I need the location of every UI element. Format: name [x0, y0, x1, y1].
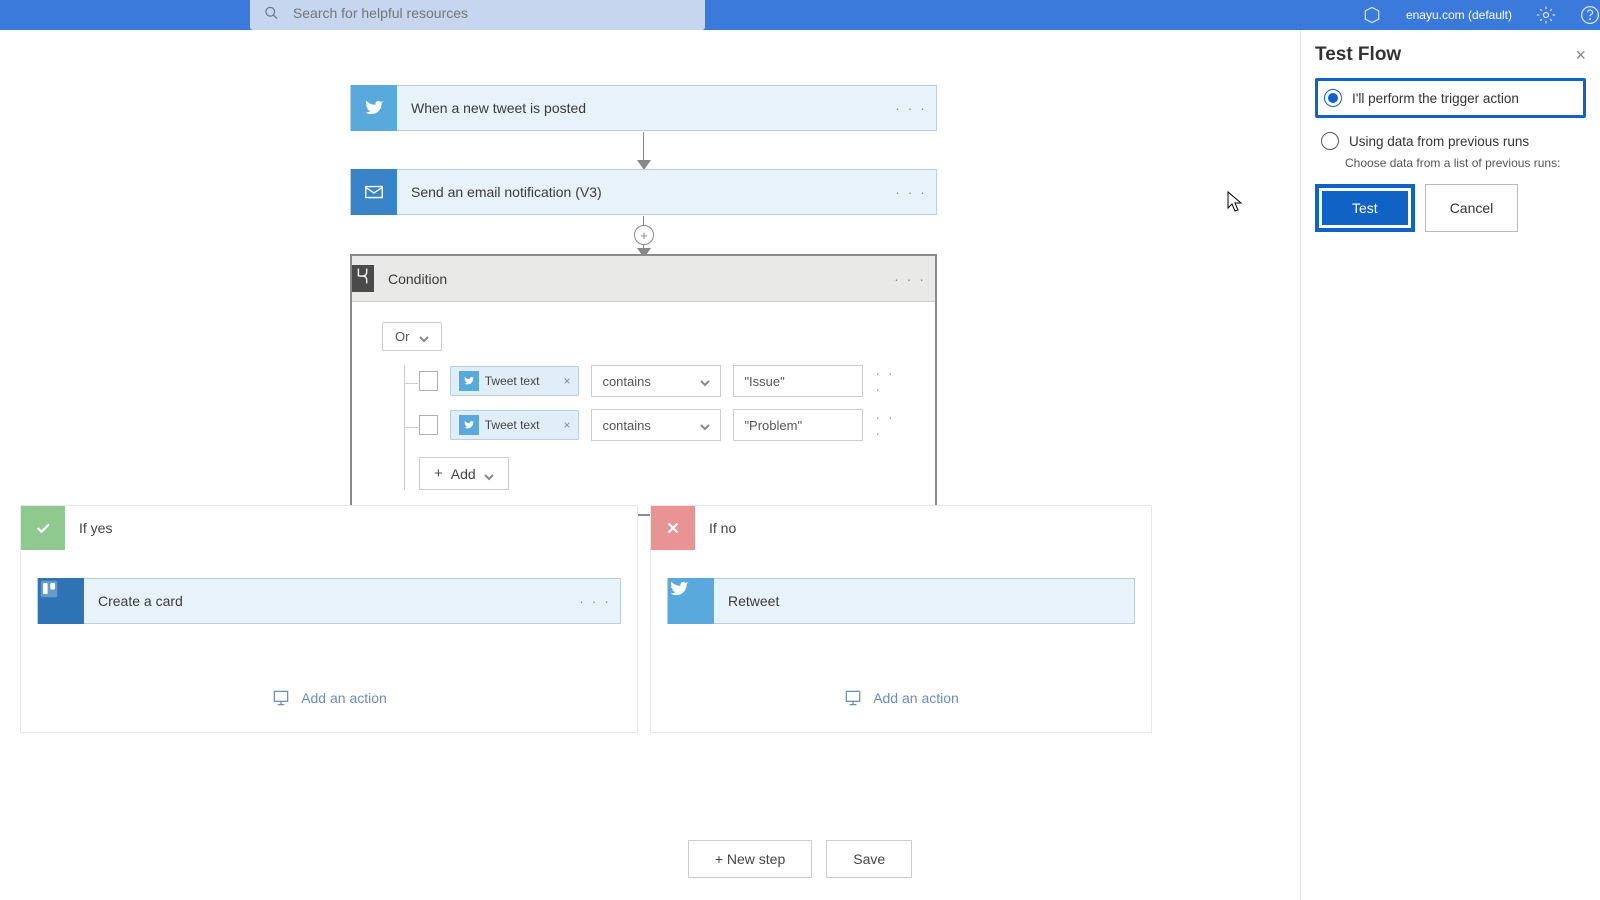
plus-icon: +	[434, 465, 443, 482]
help-icon[interactable]	[1580, 5, 1600, 25]
radio-subnote: Choose data from a list of previous runs…	[1315, 156, 1586, 170]
test-button[interactable]: Test	[1322, 191, 1408, 225]
save-button[interactable]: Save	[826, 840, 912, 878]
card-menu[interactable]: · · ·	[886, 184, 936, 200]
dynamic-token-tweet-text[interactable]: Tweet text ×	[450, 410, 580, 440]
twitter-icon	[351, 85, 397, 131]
chevron-down-icon	[700, 376, 710, 386]
close-icon	[651, 506, 695, 550]
chevron-down-icon	[700, 420, 710, 430]
operator-label: contains	[602, 418, 650, 433]
condition-icon	[352, 265, 374, 292]
value-input[interactable]: "Problem"	[733, 409, 863, 441]
branch-header-no[interactable]: If no	[651, 506, 1151, 550]
add-condition-button[interactable]: + Add	[419, 457, 509, 490]
radio-icon	[1321, 132, 1339, 150]
action-card-email[interactable]: Send an email notification (V3) · · ·	[350, 169, 937, 215]
close-icon[interactable]: ×	[1575, 45, 1586, 66]
gear-icon[interactable]	[1536, 5, 1556, 25]
operator-select[interactable]: contains	[591, 409, 721, 441]
action-title: Create a card	[84, 593, 570, 609]
cancel-button[interactable]: Cancel	[1425, 184, 1519, 232]
row-checkbox[interactable]	[419, 371, 438, 391]
add-label: Add	[451, 466, 476, 482]
chevron-down-icon	[419, 332, 429, 342]
card-menu[interactable]: · · ·	[885, 271, 935, 287]
card-menu[interactable]: · · ·	[886, 100, 936, 116]
connector-line	[643, 132, 644, 162]
trigger-title: When a new tweet is posted	[397, 100, 886, 116]
condition-title: Condition	[374, 271, 885, 287]
twitter-icon	[668, 578, 714, 624]
value-input[interactable]: "Issue"	[733, 365, 863, 397]
environment-label: enayu.com (default)	[1406, 8, 1512, 22]
condition-row: Tweet text × contains "Problem" · · ·	[405, 409, 905, 441]
environment-icon[interactable]	[1362, 5, 1382, 25]
operator-label: contains	[602, 374, 650, 389]
radio-icon	[1324, 89, 1342, 107]
test-button-highlight: Test	[1315, 184, 1415, 232]
dynamic-token-tweet-text[interactable]: Tweet text ×	[450, 366, 580, 396]
add-action-icon	[843, 688, 863, 708]
logic-operator-select[interactable]: Or	[382, 322, 442, 351]
twitter-icon	[459, 415, 479, 435]
token-label: Tweet text	[485, 418, 558, 432]
action-title: Retweet	[714, 593, 1134, 609]
row-menu[interactable]: · · ·	[875, 365, 905, 397]
token-remove[interactable]: ×	[563, 374, 570, 388]
panel-title: Test Flow	[1315, 44, 1401, 66]
card-menu[interactable]: · · ·	[570, 593, 620, 609]
trello-icon	[38, 578, 84, 624]
operator-select[interactable]: contains	[591, 365, 721, 397]
row-checkbox[interactable]	[419, 415, 438, 435]
if-yes-branch: If yes Create a card · · · Add an action	[20, 505, 638, 733]
radio-label: Using data from previous runs	[1349, 134, 1529, 149]
row-menu[interactable]: · · ·	[875, 409, 905, 441]
check-icon	[21, 506, 65, 550]
trigger-card-twitter[interactable]: When a new tweet is posted · · ·	[350, 85, 937, 131]
token-remove[interactable]: ×	[563, 418, 570, 432]
action-card-retweet[interactable]: Retweet	[667, 578, 1135, 624]
action-title: Send an email notification (V3)	[397, 184, 886, 200]
radio-label: I'll perform the trigger action	[1352, 91, 1519, 106]
add-action-label: Add an action	[301, 690, 387, 706]
condition-row: Tweet text × contains "Issue" · · ·	[405, 365, 905, 397]
action-card-trello[interactable]: Create a card · · ·	[37, 578, 621, 624]
insert-step-button[interactable]: +	[634, 225, 654, 245]
branch-title: If no	[695, 520, 736, 536]
top-right-cluster: enayu.com (default)	[1362, 0, 1600, 30]
new-step-button[interactable]: + New step	[688, 840, 812, 878]
branch-header-yes[interactable]: If yes	[21, 506, 637, 550]
radio-perform-trigger[interactable]: I'll perform the trigger action	[1315, 78, 1586, 118]
add-action-button[interactable]: Add an action	[37, 688, 621, 708]
search-icon	[264, 5, 279, 21]
search-box[interactable]	[250, 0, 705, 30]
radio-previous-runs[interactable]: Using data from previous runs	[1315, 124, 1586, 158]
token-label: Tweet text	[485, 374, 558, 388]
condition-header[interactable]: Condition · · ·	[352, 256, 935, 302]
add-action-button[interactable]: Add an action	[667, 688, 1135, 708]
chevron-down-icon	[484, 469, 494, 479]
mail-icon	[351, 169, 397, 215]
if-no-branch: If no Retweet Add an action	[650, 505, 1152, 733]
branch-title: If yes	[65, 520, 112, 536]
test-flow-panel: Test Flow × I'll perform the trigger act…	[1300, 30, 1600, 900]
logic-operator-label: Or	[395, 329, 409, 344]
condition-card[interactable]: Condition · · · Or Tweet text × contains	[350, 254, 937, 516]
add-action-icon	[271, 688, 291, 708]
mouse-cursor	[1225, 190, 1245, 216]
add-action-label: Add an action	[873, 690, 959, 706]
search-input[interactable]	[293, 5, 691, 21]
top-bar: enayu.com (default)	[0, 0, 1600, 30]
twitter-icon	[459, 371, 479, 391]
